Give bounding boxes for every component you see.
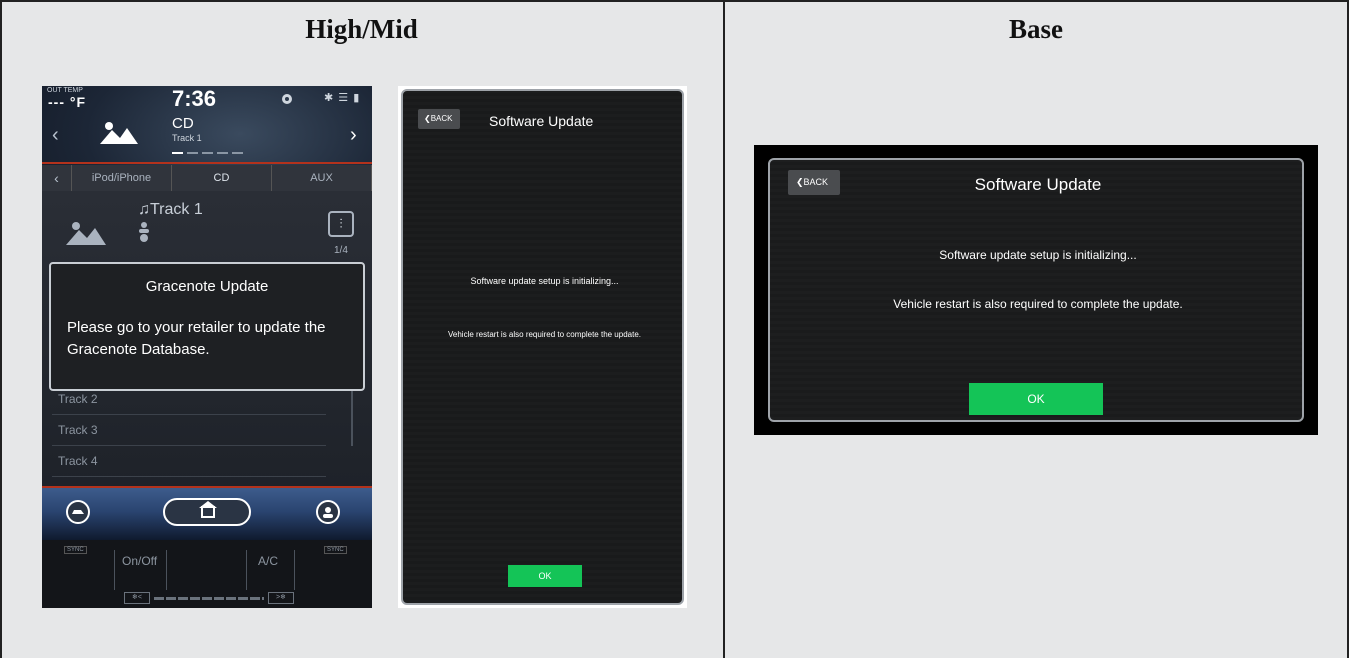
sync-right-badge: SYNC bbox=[324, 546, 347, 554]
climate-onoff-button[interactable]: On/Off bbox=[122, 554, 157, 568]
tab-cd[interactable]: CD bbox=[172, 165, 272, 191]
sync-left-badge: SYNC bbox=[64, 546, 87, 554]
column-title-high-mid: High/Mid bbox=[305, 14, 418, 44]
list-item[interactable]: Track 3 bbox=[52, 415, 326, 446]
car-icon bbox=[72, 510, 84, 514]
prev-source-button[interactable]: ‹ bbox=[52, 124, 59, 147]
album-art-icon bbox=[66, 222, 106, 245]
equalizer-button[interactable]: ⫶ bbox=[328, 211, 354, 237]
restart-message: Vehicle restart is also required to comp… bbox=[893, 297, 1183, 311]
dialog-title: Gracenote Update bbox=[145, 278, 269, 295]
home-bar bbox=[42, 488, 372, 540]
bluetooth-signal-icon: ✱ ☰ ▮ bbox=[324, 92, 361, 104]
update-panel: ❮BACK Software Update Software update se… bbox=[401, 89, 684, 605]
clock: 7:36 bbox=[172, 86, 217, 111]
profile-button[interactable] bbox=[316, 500, 340, 524]
page-indicator bbox=[172, 152, 243, 154]
gracenote-dialog: Gracenote Update Please go to your retai… bbox=[49, 262, 365, 391]
tabs-prev-button[interactable]: ‹ bbox=[42, 165, 72, 191]
audio-screen: OUT TEMP --- °F 7:36 ✱ ☰ ▮ ‹ CD Track 1 … bbox=[42, 86, 372, 608]
fan-level-bar[interactable] bbox=[154, 596, 264, 600]
dialog-body: Please go to your retailer to update the… bbox=[67, 319, 326, 358]
fan-up-button[interactable]: >❄ bbox=[268, 592, 294, 604]
source-title: CD bbox=[172, 115, 194, 132]
restart-message: Vehicle restart is also required to comp… bbox=[448, 330, 641, 339]
status-message: Software update setup is initializing... bbox=[939, 248, 1137, 262]
chevron-left-icon: ❮ bbox=[424, 114, 431, 123]
climate-bar: SYNC On/Off A/C SYNC ❄< >❄ bbox=[42, 540, 372, 608]
tab-aux[interactable]: AUX bbox=[272, 165, 372, 191]
home-button[interactable] bbox=[163, 498, 251, 526]
ok-button[interactable]: OK bbox=[969, 383, 1103, 415]
page-title: Software Update bbox=[489, 113, 594, 129]
landscape-update-screen: ❮BACK Software Update Software update se… bbox=[754, 145, 1318, 435]
back-button[interactable]: ❮BACK bbox=[418, 109, 460, 129]
track-list: Track 2 Track 3 Track 4 bbox=[52, 384, 326, 477]
next-source-button[interactable]: › bbox=[350, 124, 357, 147]
ac-button[interactable]: A/C bbox=[258, 554, 278, 568]
source-subtitle: Track 1 bbox=[172, 133, 202, 143]
record-icon bbox=[282, 94, 292, 104]
artist-icon bbox=[139, 222, 149, 242]
track-count: 1/4 bbox=[334, 245, 348, 256]
fan-speed-control: ❄< >❄ bbox=[124, 592, 294, 604]
column-title-base: Base bbox=[1009, 14, 1063, 44]
column-divider bbox=[723, 0, 725, 658]
out-temp-value: --- °F bbox=[48, 94, 87, 110]
list-item[interactable]: Track 4 bbox=[52, 446, 326, 477]
fan-down-button[interactable]: ❄< bbox=[124, 592, 150, 604]
ok-button[interactable]: OK bbox=[508, 565, 582, 587]
page-title: Software Update bbox=[974, 175, 1102, 194]
tab-ipod-iphone[interactable]: iPod/iPhone bbox=[72, 165, 172, 191]
person-icon bbox=[323, 507, 333, 518]
header-accent-line bbox=[42, 162, 372, 164]
portrait-update-screen: ❮BACK Software Update Software update se… bbox=[398, 86, 687, 608]
source-tabs: ‹ iPod/iPhone CD AUX bbox=[42, 165, 372, 191]
now-playing-track: ♫Track 1 bbox=[138, 201, 203, 218]
vehicle-button[interactable] bbox=[66, 500, 90, 524]
out-temp-label: OUT TEMP bbox=[47, 87, 83, 94]
update-panel: ❮BACK Software Update Software update se… bbox=[768, 158, 1304, 422]
album-art-icon bbox=[100, 122, 138, 144]
status-message: Software update setup is initializing... bbox=[470, 276, 619, 286]
status-bar: OUT TEMP --- °F 7:36 ✱ ☰ ▮ bbox=[42, 86, 372, 112]
scrollbar[interactable] bbox=[351, 386, 353, 446]
back-label: BACK bbox=[430, 114, 453, 123]
